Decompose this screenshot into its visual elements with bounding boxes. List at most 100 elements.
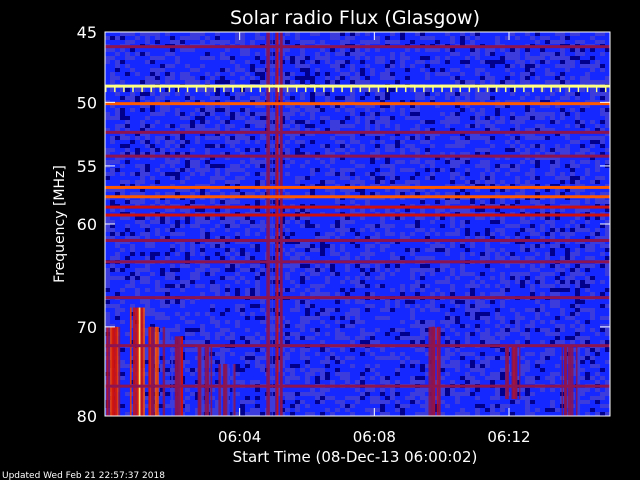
heatmap-cell bbox=[520, 96, 525, 100]
heatmap-cell bbox=[215, 72, 220, 76]
heatmap-cell bbox=[355, 88, 360, 92]
heatmap-cell bbox=[255, 92, 260, 96]
heatmap-cell bbox=[305, 72, 310, 76]
heatmap-cell bbox=[190, 64, 195, 68]
heatmap-cell bbox=[515, 144, 520, 148]
heatmap-cell bbox=[490, 76, 495, 80]
heatmap-cell bbox=[570, 200, 575, 204]
heatmap-cell bbox=[235, 112, 240, 116]
heatmap-cell bbox=[420, 48, 425, 52]
heatmap-cell bbox=[130, 220, 135, 224]
heatmap-cell bbox=[320, 40, 325, 44]
heatmap-cell bbox=[375, 56, 380, 60]
heatmap-cell bbox=[570, 176, 575, 180]
heatmap-cell bbox=[515, 124, 520, 128]
heatmap-cell bbox=[395, 200, 400, 204]
heatmap-cell bbox=[240, 224, 245, 228]
heatmap-cell bbox=[215, 200, 220, 204]
heatmap-cell bbox=[335, 92, 340, 96]
heatmap-cell bbox=[195, 216, 200, 220]
heatmap-cell bbox=[485, 92, 490, 96]
heatmap-cell bbox=[385, 176, 390, 180]
heatmap-cell bbox=[315, 64, 320, 68]
heatmap-cell bbox=[570, 180, 575, 184]
heatmap-cell bbox=[520, 72, 525, 76]
heatmap-cell bbox=[575, 140, 580, 144]
heatmap-cell bbox=[525, 124, 530, 128]
heatmap-cell bbox=[230, 40, 235, 44]
heatmap-cell bbox=[540, 116, 545, 120]
heatmap-cell bbox=[510, 80, 515, 84]
heatmap-cell bbox=[190, 136, 195, 140]
heatmap-cell bbox=[550, 124, 555, 128]
heatmap-cell bbox=[390, 172, 395, 176]
heatmap-cell bbox=[255, 64, 260, 68]
heatmap-cell bbox=[450, 120, 455, 124]
heatmap-cell bbox=[175, 172, 180, 176]
heatmap-cell bbox=[290, 36, 295, 40]
heatmap-cell bbox=[160, 112, 165, 116]
heatmap-cell bbox=[420, 136, 425, 140]
heatmap-cell bbox=[335, 40, 340, 44]
heatmap-cell bbox=[230, 112, 235, 116]
heatmap-cell bbox=[255, 56, 260, 60]
heatmap-cell bbox=[240, 40, 245, 44]
heatmap-cell bbox=[370, 216, 375, 220]
heatmap-cell bbox=[520, 144, 525, 148]
heatmap-cell bbox=[385, 144, 390, 148]
heatmap-cell bbox=[285, 52, 290, 56]
heatmap-cell bbox=[520, 164, 525, 168]
heatmap-cell bbox=[295, 144, 300, 148]
heatmap-cell bbox=[390, 160, 395, 164]
heatmap-cell bbox=[395, 32, 400, 36]
heatmap-cell bbox=[510, 36, 515, 40]
heatmap-cell bbox=[600, 168, 605, 172]
heatmap-cell bbox=[515, 52, 520, 56]
heatmap-cell bbox=[330, 80, 335, 84]
heatmap-cell bbox=[180, 32, 185, 36]
heatmap-cell bbox=[205, 168, 210, 172]
heatmap-cell bbox=[590, 76, 595, 80]
heatmap-cell bbox=[550, 112, 555, 116]
heatmap-cell bbox=[330, 136, 335, 140]
heatmap-cell bbox=[445, 172, 450, 176]
heatmap-cell bbox=[440, 224, 445, 228]
heatmap-cell bbox=[500, 120, 505, 124]
heatmap-cell bbox=[145, 60, 150, 64]
heatmap-cell bbox=[155, 92, 160, 96]
heatmap-cell bbox=[470, 148, 475, 152]
heatmap-cell bbox=[240, 220, 245, 224]
heatmap-cell bbox=[325, 220, 330, 224]
heatmap-cell bbox=[285, 180, 290, 184]
heatmap-cell bbox=[520, 136, 525, 140]
heatmap-cell bbox=[125, 180, 130, 184]
heatmap-cell bbox=[460, 216, 465, 220]
heatmap-cell bbox=[530, 140, 535, 144]
heatmap-cell bbox=[300, 164, 305, 168]
heatmap-cell bbox=[595, 112, 600, 116]
heatmap-cell bbox=[250, 36, 255, 40]
heatmap-cell bbox=[450, 36, 455, 40]
heatmap-cell bbox=[585, 96, 590, 100]
heatmap-cell bbox=[565, 60, 570, 64]
heatmap-cell bbox=[200, 76, 205, 80]
heatmap-cell bbox=[520, 52, 525, 56]
heatmap-cell bbox=[585, 48, 590, 52]
heatmap-cell bbox=[425, 172, 430, 176]
heatmap-cell bbox=[595, 176, 600, 180]
heatmap-cell bbox=[315, 168, 320, 172]
heatmap-cell bbox=[335, 32, 340, 36]
heatmap-cell bbox=[150, 52, 155, 56]
heatmap-cell bbox=[360, 80, 365, 84]
heatmap-cell bbox=[105, 108, 110, 112]
heatmap-cell bbox=[400, 48, 405, 52]
heatmap-cell bbox=[115, 68, 120, 72]
heatmap-cell bbox=[215, 88, 220, 92]
heatmap-cell bbox=[170, 144, 175, 148]
heatmap-cell bbox=[195, 228, 200, 232]
heatmap-cell bbox=[595, 40, 600, 44]
heatmap-cell bbox=[345, 56, 350, 60]
heatmap-cell bbox=[195, 88, 200, 92]
heatmap-cell bbox=[225, 120, 230, 124]
heatmap-cell bbox=[455, 148, 460, 152]
